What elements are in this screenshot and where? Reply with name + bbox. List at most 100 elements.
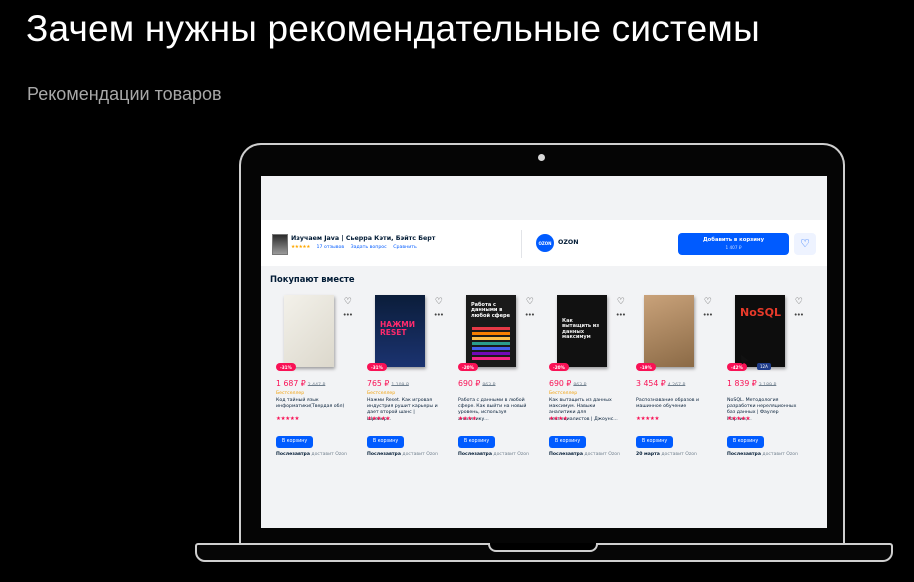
seller-name[interactable]: OZON xyxy=(558,239,579,246)
add-to-cart-button[interactable]: Добавить в корзину 1 407 ₽ xyxy=(678,233,789,255)
favorite-heart-icon[interactable]: ♡ xyxy=(704,298,712,307)
delivery-day: Послезавтра xyxy=(458,452,492,457)
book-cover[interactable]: НАЖМИ RESET xyxy=(375,295,425,367)
rating-stars: ★★★★★ xyxy=(727,416,751,422)
ask-question-link[interactable]: Задать вопрос xyxy=(351,245,387,250)
old-price: 863 ₽ xyxy=(482,383,496,388)
cover-stripe xyxy=(472,352,510,355)
cover-text: Как вытащить из данных максимум xyxy=(562,318,600,340)
rating-stars: ★★★★★ xyxy=(367,416,391,422)
product-title: Изучаем Java | Сьерра Кэти, Бэйтс Берт xyxy=(291,235,436,242)
product-card[interactable]: Как вытащить из данных максимум ♡ ••• -2… xyxy=(539,294,626,466)
bestseller-label: Бестселлер xyxy=(549,391,578,396)
favorite-heart-icon[interactable]: ♡ xyxy=(435,298,443,307)
favorite-heart-icon[interactable]: ♡ xyxy=(344,298,352,307)
rating-stars: ★★★★★ xyxy=(636,416,660,422)
laptop-screen: Изучаем Java | Сьерра Кэти, Бэйтс Берт ★… xyxy=(261,176,827,528)
current-price: 765 ₽ xyxy=(367,379,390,388)
book-cover[interactable] xyxy=(284,295,334,367)
product-card[interactable]: ♡ ••• -31% 1 687 ₽2 447 ₽ Бестселлер Код… xyxy=(266,294,353,466)
rating-stars: ★★★★★ xyxy=(276,416,300,422)
cover-text: Работа с данными в любой сфере xyxy=(471,302,510,319)
delivery-by: доставит Ozon xyxy=(311,452,347,457)
compare-link[interactable]: Сравнить xyxy=(393,245,417,250)
add-to-cart-price: 1 407 ₽ xyxy=(725,245,742,250)
slide-title: Зачем нужны рекомендательные системы xyxy=(26,8,760,49)
current-price: 690 ₽ xyxy=(458,379,481,388)
product-header: Изучаем Java | Сьерра Кэти, Бэйтс Берт ★… xyxy=(261,220,827,266)
price: 690 ₽863 ₽ xyxy=(549,379,586,388)
add-to-cart-button[interactable]: В корзину xyxy=(458,436,495,448)
cover-stripe xyxy=(472,332,510,335)
add-to-cart-button[interactable]: В корзину xyxy=(636,436,673,448)
discount-badge: -42% xyxy=(727,363,747,371)
product-card[interactable]: NoSQL ♡ ••• -42% 12A 1 839 ₽3 189 ₽ NoSQ… xyxy=(717,294,804,466)
book-cover[interactable] xyxy=(644,295,694,367)
section-title: Покупают вместе xyxy=(270,274,355,284)
book-cover[interactable]: Как вытащить из данных максимум xyxy=(557,295,607,367)
slide-subtitle: Рекомендации товаров xyxy=(27,84,222,104)
delivery-info: Послезавтра доставит Ozon xyxy=(727,452,798,457)
more-options-icon[interactable]: ••• xyxy=(616,312,626,319)
old-price: 2 447 ₽ xyxy=(307,383,326,388)
price: 3 454 ₽4 267 ₽ xyxy=(636,379,685,388)
delivery-day: Послезавтра xyxy=(276,452,310,457)
delivery-info: Послезавтра доставит Ozon xyxy=(367,452,438,457)
favorite-button[interactable]: ♡ xyxy=(794,233,816,255)
current-price: 690 ₽ xyxy=(549,379,572,388)
delivery-by: доставит Ozon xyxy=(402,452,438,457)
delivery-by: доставит Ozon xyxy=(584,452,620,457)
add-to-cart-button[interactable]: В корзину xyxy=(276,436,313,448)
cover-stripe xyxy=(472,357,510,360)
delivery-info: Послезавтра доставит Ozon xyxy=(458,452,529,457)
old-price: 863 ₽ xyxy=(573,383,587,388)
product-description[interactable]: Распознавание образов и машинное обучени… xyxy=(636,398,708,410)
product-card[interactable]: Работа с данными в любой сфере ♡ ••• -20… xyxy=(448,294,535,466)
rating-stars: ★★★★★ xyxy=(291,245,311,250)
more-options-icon[interactable]: ••• xyxy=(434,312,444,319)
add-to-cart-button[interactable]: В корзину xyxy=(727,436,764,448)
current-price: 1 687 ₽ xyxy=(276,379,306,388)
delivery-by: доставит Ozon xyxy=(661,452,697,457)
seller-logo[interactable]: OZON xyxy=(536,234,554,252)
camera-icon xyxy=(538,154,545,161)
more-options-icon[interactable]: ••• xyxy=(703,312,713,319)
delivery-by: доставит Ozon xyxy=(493,452,529,457)
more-options-icon[interactable]: ••• xyxy=(525,312,535,319)
cover-stripe xyxy=(472,337,510,340)
product-description[interactable]: Код тайный язык информатики(Твердая обл) xyxy=(276,398,348,410)
laptop-notch xyxy=(488,543,598,552)
discount-badge: -20% xyxy=(549,363,569,371)
heart-icon: ♡ xyxy=(800,237,810,250)
favorite-heart-icon[interactable]: ♡ xyxy=(795,298,803,307)
reviews-link[interactable]: 17 отзывов xyxy=(317,245,345,250)
old-price: 3 189 ₽ xyxy=(758,383,777,388)
current-price: 3 454 ₽ xyxy=(636,379,666,388)
more-options-icon[interactable]: ••• xyxy=(794,312,804,319)
discount-badge: -20% xyxy=(458,363,478,371)
delivery-info: Послезавтра доставит Ozon xyxy=(549,452,620,457)
bestseller-label: Бестселлер xyxy=(367,391,396,396)
old-price: 1 109 ₽ xyxy=(391,383,409,388)
cover-stripe xyxy=(472,327,510,330)
add-to-cart-button[interactable]: В корзину xyxy=(549,436,586,448)
product-meta: ★★★★★ 17 отзывов Задать вопрос Сравнить xyxy=(291,245,422,250)
price: 1 839 ₽3 189 ₽ xyxy=(727,379,776,388)
more-options-icon[interactable]: ••• xyxy=(343,312,353,319)
product-card[interactable]: НАЖМИ RESET ♡ ••• -31% 765 ₽1 109 ₽ Бест… xyxy=(357,294,444,466)
book-cover[interactable]: Работа с данными в любой сфере xyxy=(466,295,516,367)
delivery-day: 20 марта xyxy=(636,452,660,457)
discount-badge: -31% xyxy=(276,363,296,371)
cover-stripe xyxy=(472,347,510,350)
delivery-day: Послезавтра xyxy=(367,452,401,457)
delivery-info: Послезавтра доставит Ozon xyxy=(276,452,347,457)
add-to-cart-button[interactable]: В корзину xyxy=(367,436,404,448)
old-price: 4 267 ₽ xyxy=(667,383,686,388)
favorite-heart-icon[interactable]: ♡ xyxy=(526,298,534,307)
price: 690 ₽863 ₽ xyxy=(458,379,495,388)
product-thumbnail[interactable] xyxy=(272,234,288,255)
product-card[interactable]: ♡ ••• -19% 3 454 ₽4 267 ₽ Распознавание … xyxy=(626,294,713,466)
favorite-heart-icon[interactable]: ♡ xyxy=(617,298,625,307)
add-to-cart-label: Добавить в корзину xyxy=(702,237,765,243)
current-price: 1 839 ₽ xyxy=(727,379,757,388)
